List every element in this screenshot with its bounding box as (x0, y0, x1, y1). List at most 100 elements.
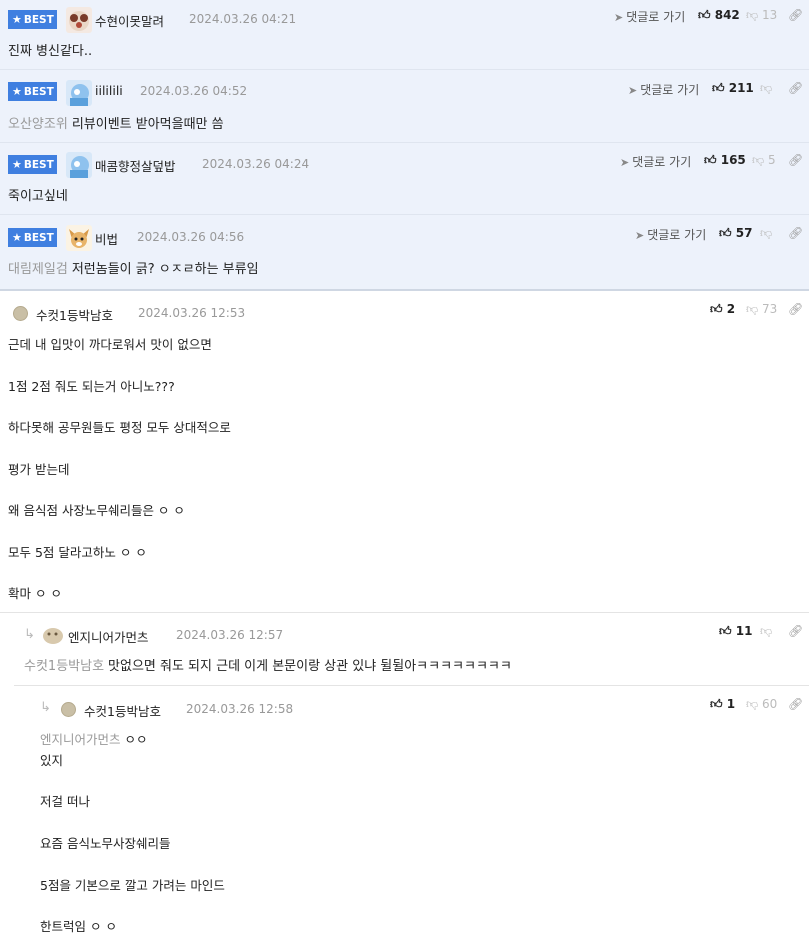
comment-line: 왜 음식점 사장노무쉐리들은 ㅇ ㅇ (8, 503, 185, 518)
best-badge: ★ BEST (8, 228, 57, 247)
comment-line: 하다못해 공무원들도 평정 모두 상대적으로 (8, 420, 231, 435)
thumb-up-icon: 👍︎ (719, 624, 732, 638)
best-badge: ★ BEST (8, 10, 57, 29)
mention-nick[interactable]: 수컷1등박남호 (24, 659, 104, 674)
avatar[interactable] (66, 152, 92, 178)
go-to-reply-link[interactable]: ➤ 댓글로 가기 (614, 8, 685, 25)
star-icon: ★ (12, 231, 22, 244)
thumb-down-icon: 👎︎ (760, 226, 773, 240)
author-nick[interactable]: 수현이못말려 (95, 11, 164, 30)
share-link-icon[interactable]: 🔗︎ (788, 697, 803, 711)
best-comment: ★ BEST 비법 2024.03.26 04:56 ➤ 댓글로 가기 👍︎ 57 … (0, 215, 809, 289)
share-link-icon[interactable]: 🔗︎ (788, 8, 803, 22)
best-badge: ★ BEST (8, 82, 57, 101)
author-nick[interactable]: 수컷1등박남호 (36, 305, 113, 324)
thumb-down-icon: 👎︎ (746, 302, 759, 316)
thumb-up-icon: 👍︎ (704, 153, 717, 167)
reply-arrow-icon: ↳ (40, 700, 51, 715)
thumb-down-icon: 👎︎ (752, 153, 765, 167)
upvote-button[interactable]: 👍︎ 211 (712, 81, 754, 96)
avatar[interactable] (61, 702, 76, 717)
comment-line: 확마 ㅇ ㅇ (8, 586, 62, 601)
go-to-reply-link[interactable]: ➤ 댓글로 가기 (620, 153, 691, 170)
upvote-button[interactable]: 👍︎ 165 (704, 153, 746, 168)
share-link-icon[interactable]: 🔗︎ (788, 81, 803, 95)
upvote-button[interactable]: 👍︎ 57 (719, 226, 752, 241)
best-comment: ★ BEST 매콤향정살덮밥 2024.03.26 04:24 ➤ 댓글로 가기 👍… (0, 143, 809, 215)
thumb-up-icon: 👍︎ (710, 697, 723, 711)
comment-line: 있지 (40, 753, 64, 768)
downvote-button[interactable]: 👎︎ (760, 81, 772, 96)
thumb-down-icon: 👎︎ (746, 8, 759, 22)
comment-line: 근데 내 입맛이 까다로워서 맛이 없으면 (8, 337, 212, 352)
send-icon: ➤ (628, 84, 638, 97)
divider (0, 612, 809, 613)
author-nick[interactable]: 엔지니어가먼츠 (68, 627, 149, 646)
upvote-button[interactable]: 👍︎ 11 (719, 624, 752, 639)
comment-date: 2024.03.26 12:58 (186, 702, 294, 716)
comment-line: 5점을 기본으로 깔고 가려는 마인드 (40, 878, 225, 893)
upvote-button[interactable]: 👍︎ 842 (698, 8, 740, 23)
share-link-icon[interactable]: 🔗︎ (788, 226, 803, 240)
go-to-reply-link[interactable]: ➤ 댓글로 가기 (628, 81, 699, 98)
comment-text: 대림제일검 저런놈들이 긁? ㅇㅈㄹ하는 부류임 (8, 262, 259, 277)
author-nick[interactable]: 매콤향정살덮밥 (95, 156, 176, 175)
comment-date: 2024.03.26 04:24 (202, 157, 310, 171)
avatar[interactable] (66, 7, 92, 33)
share-link-icon[interactable]: 🔗︎ (788, 302, 803, 316)
comment-line: 요즘 음식노무사장쉐리들 (40, 836, 171, 851)
avatar[interactable] (42, 625, 64, 645)
comment-line: 모두 5점 달라고하노 ㅇ ㅇ (8, 545, 147, 560)
send-icon: ➤ (620, 156, 630, 169)
comment-text: 진짜 병신같다.. (8, 44, 93, 59)
comment-date: 2024.03.26 04:52 (140, 84, 248, 98)
mention-nick[interactable]: 엔지니어가먼츠 (40, 732, 121, 747)
thumb-up-icon: 👍︎ (698, 8, 711, 22)
comment-date: 2024.03.26 04:56 (137, 230, 245, 244)
avatar[interactable] (66, 80, 92, 106)
star-icon: ★ (12, 13, 22, 26)
divider (14, 685, 809, 686)
downvote-button[interactable]: 👎︎ 5 (752, 153, 776, 168)
share-link-icon[interactable]: 🔗︎ (788, 153, 803, 167)
best-section-divider (0, 289, 809, 291)
best-comment: ★ BEST iililili 2024.03.26 04:52 ➤ 댓글로 가기 … (0, 70, 809, 143)
thumb-down-icon: 👎︎ (760, 81, 773, 95)
avatar[interactable] (13, 306, 28, 321)
downvote-button[interactable]: 👎︎ (760, 226, 772, 241)
reply-arrow-icon: ↳ (24, 627, 35, 642)
mention-nick[interactable]: 대림제일검 (8, 262, 68, 277)
go-to-reply-link[interactable]: ➤ 댓글로 가기 (635, 226, 706, 243)
comment-line: 저걸 떠나 (40, 794, 90, 809)
upvote-button[interactable]: 👍︎ 1 (710, 697, 735, 712)
best-badge: ★ BEST (8, 155, 57, 174)
author-nick[interactable]: 수컷1등박남호 (84, 701, 161, 720)
comment-line: 엔지니어가먼츠 ㅇㅇ (40, 732, 148, 747)
star-icon: ★ (12, 158, 22, 171)
downvote-button[interactable]: 👎︎ (760, 624, 772, 639)
thumb-down-icon: 👎︎ (746, 697, 759, 711)
thumb-up-icon: 👍︎ (710, 302, 723, 316)
comment-line: 1점 2점 줘도 되는거 아니노??? (8, 379, 175, 394)
thumb-up-icon: 👍︎ (712, 81, 725, 95)
upvote-button[interactable]: 👍︎ 2 (710, 302, 735, 317)
share-link-icon[interactable]: 🔗︎ (788, 624, 803, 638)
comment-line: 한트럭임 ㅇ ㅇ (40, 919, 117, 934)
thumb-up-icon: 👍︎ (719, 226, 732, 240)
downvote-button[interactable]: 👎︎ 60 (746, 697, 777, 712)
comment-date: 2024.03.26 12:57 (176, 628, 284, 642)
thumb-down-icon: 👎︎ (760, 624, 773, 638)
send-icon: ➤ (614, 11, 624, 24)
downvote-button[interactable]: 👎︎ 13 (746, 8, 777, 23)
mention-nick[interactable]: 오산양조위 (8, 117, 68, 132)
author-nick[interactable]: 비법 (95, 229, 118, 248)
comment-line: 평가 받는데 (8, 462, 70, 477)
comment-text: 오산양조위 리뷰이벤트 받아먹을때만 씀 (8, 117, 224, 132)
send-icon: ➤ (635, 229, 645, 242)
author-nick[interactable]: iililili (95, 83, 123, 98)
comment-date: 2024.03.26 12:53 (138, 306, 246, 320)
downvote-button[interactable]: 👎︎ 73 (746, 302, 777, 317)
avatar[interactable] (66, 225, 92, 251)
comment-date: 2024.03.26 04:21 (189, 12, 297, 26)
comment-text: 수컷1등박남호 맛없으면 줘도 되지 근데 이게 본문이랑 상관 있냐 뒬뒬아ㅋㅋ… (24, 659, 512, 674)
